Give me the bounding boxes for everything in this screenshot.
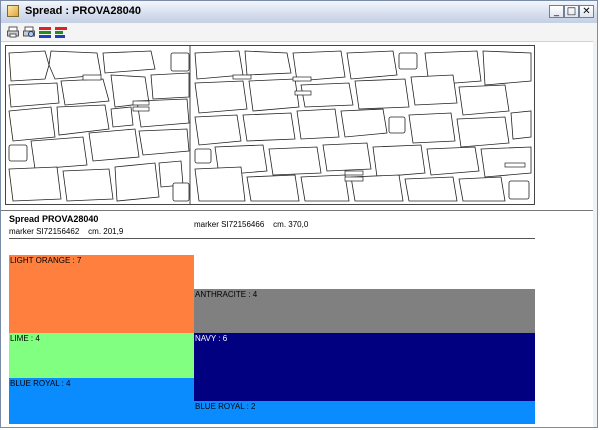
layer-label: BLUE ROYAL : 2 <box>195 402 256 411</box>
marker-pieces <box>8 50 532 202</box>
layer-blue-royal-right: BLUE ROYAL : 2 <box>194 401 535 424</box>
title-bar[interactable]: Spread : PROVA28040 _ □ ✕ <box>1 1 597 24</box>
close-button[interactable]: ✕ <box>579 5 594 18</box>
marker-label-2: marker SI72156466 cm. 370,0 <box>194 220 309 229</box>
layer-blue-royal-left: BLUE ROYAL : 4 <box>9 378 194 424</box>
layer-label: LIME : 4 <box>10 334 40 343</box>
layer-light-orange: LIGHT ORANGE : 7 <box>9 255 194 333</box>
minimize-button[interactable]: _ <box>549 5 564 18</box>
spread-window: Spread : PROVA28040 _ □ ✕ Spread PROVA28… <box>0 0 598 428</box>
print-icon[interactable] <box>7 26 19 38</box>
marker-label-1: marker SI72156462 cm. 201,9 <box>9 227 124 236</box>
scrollbar-track[interactable] <box>593 41 597 427</box>
layer-navy: NAVY : 6 <box>194 333 535 401</box>
spread-title: Spread PROVA28040 <box>9 214 99 224</box>
layer-label: ANTHRACITE : 4 <box>195 290 258 299</box>
marker-layout-canvas <box>5 45 535 205</box>
layer-anthracite: ANTHRACITE : 4 <box>194 289 535 333</box>
color-bars-icon[interactable] <box>39 26 51 38</box>
section-divider <box>1 210 597 211</box>
toolbar <box>1 23 597 42</box>
window-title: Spread : PROVA28040 <box>25 5 141 17</box>
layer-label: NAVY : 6 <box>195 334 228 343</box>
layer-lime: LIME : 4 <box>9 333 194 378</box>
layer-label: BLUE ROYAL : 4 <box>10 379 71 388</box>
marker-rule <box>9 238 535 239</box>
print-preview-icon[interactable] <box>23 26 35 38</box>
app-icon <box>7 5 19 17</box>
color-legend-icon[interactable] <box>55 26 67 38</box>
layer-label: LIGHT ORANGE : 7 <box>10 256 82 265</box>
maximize-button[interactable]: □ <box>564 5 579 18</box>
